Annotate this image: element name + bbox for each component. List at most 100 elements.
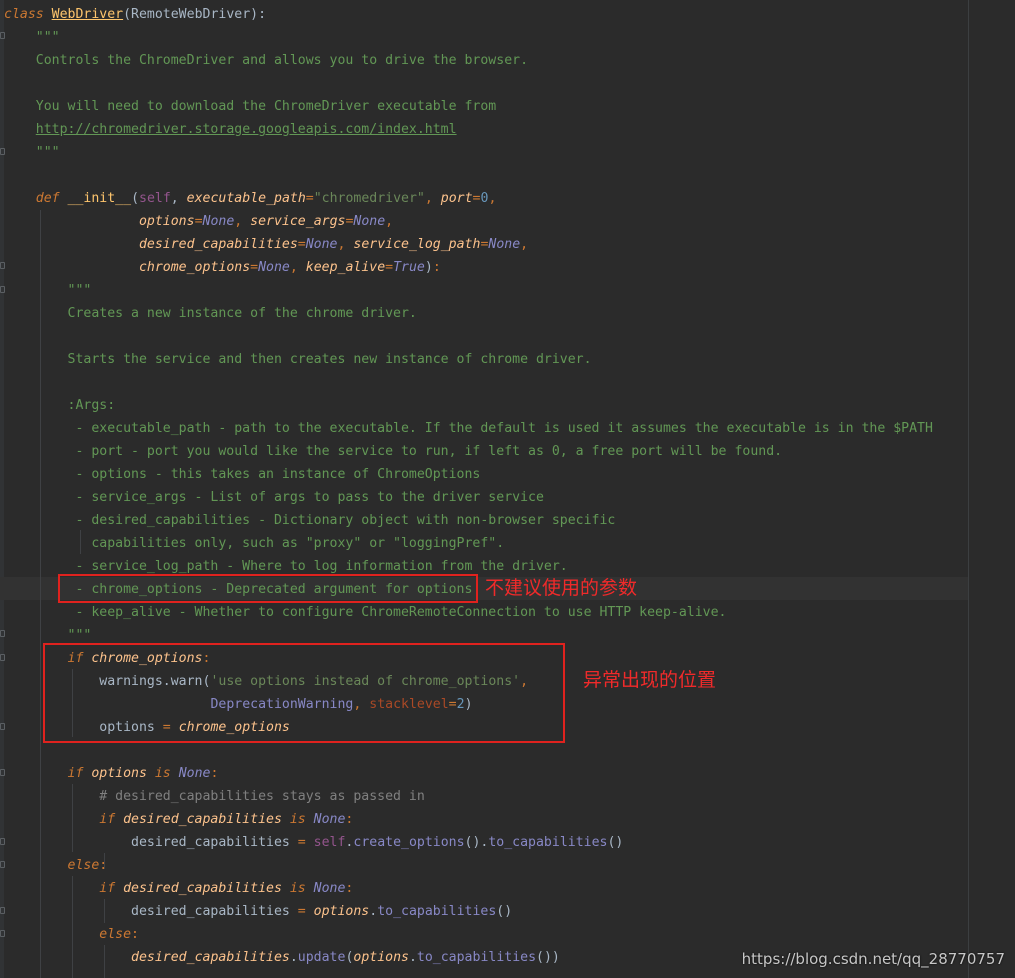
code-token: update — [297, 950, 346, 965]
code-token: : — [345, 812, 354, 827]
code-token: options — [313, 904, 370, 919]
code-token: http://chromedriver.storage.googleapis.c… — [35, 122, 457, 137]
fold-marker-icon[interactable] — [0, 861, 5, 868]
code-token: () — [496, 904, 513, 919]
code-token: , — [385, 214, 394, 229]
code-token: is — [281, 881, 314, 896]
code-token: else — [4, 858, 100, 873]
fold-marker-icon[interactable] — [0, 654, 5, 661]
code-token: - options - this takes an instance of Ch… — [4, 467, 481, 482]
code-line[interactable]: - desired_capabilities - Dictionary obje… — [4, 509, 615, 532]
code-token: () — [607, 835, 624, 850]
code-token: = — [250, 260, 259, 275]
code-token: """ — [4, 145, 60, 160]
code-line[interactable]: else: — [4, 923, 139, 946]
code-token: You will need to download the ChromeDriv… — [4, 99, 497, 114]
code-token: chrome_options — [138, 260, 251, 275]
code-line[interactable]: """ — [4, 141, 60, 164]
code-token: WebDriver — [51, 7, 124, 22]
code-token: to_capabilities — [416, 950, 537, 965]
fold-marker-icon[interactable] — [0, 930, 5, 937]
code-token: desired_capabilities — [138, 237, 298, 252]
code-token: """ — [4, 30, 60, 45]
code-token: keep_alive — [305, 260, 386, 275]
code-line[interactable]: desired_capabilities = options.to_capabi… — [4, 900, 512, 923]
code-token: : — [99, 858, 108, 873]
code-line[interactable]: :Args: — [4, 394, 116, 417]
code-token: if — [4, 812, 124, 827]
code-token: , — [289, 260, 306, 275]
code-line[interactable]: chrome_options=None, keep_alive=True): — [4, 256, 441, 279]
code-line[interactable]: # desired_capabilities stays as passed i… — [4, 785, 425, 808]
exception-location-annotation: 异常出现的位置 — [583, 669, 717, 691]
code-token: to_capabilities — [488, 835, 608, 850]
code-line[interactable]: def __init__(self, executable_path="chro… — [4, 187, 497, 210]
code-line[interactable]: - executable_path - path to the executab… — [4, 417, 932, 440]
code-line[interactable]: desired_capabilities.update(options.to_c… — [4, 946, 560, 969]
code-token: else — [4, 927, 132, 942]
exception-location-highlight-box — [43, 643, 565, 743]
code-token: = — [297, 904, 314, 919]
code-token: self — [313, 835, 346, 850]
code-token: (). — [464, 835, 489, 850]
fold-marker-icon[interactable] — [0, 769, 5, 776]
code-token: to_capabilities — [377, 904, 497, 919]
fold-marker-icon[interactable] — [0, 148, 5, 155]
deprecated-arg-highlight-box — [58, 574, 478, 603]
code-line[interactable]: class WebDriver(RemoteWebDriver): — [4, 3, 266, 26]
code-line[interactable]: desired_capabilities=None, service_log_p… — [4, 233, 528, 256]
code-token: service_log_path — [353, 237, 481, 252]
code-token: "chromedriver" — [313, 191, 425, 206]
code-line[interactable]: capabilities only, such as "proxy" or "l… — [4, 532, 504, 555]
fold-marker-icon[interactable] — [0, 630, 5, 637]
code-token: . — [369, 904, 378, 919]
code-token: self — [139, 191, 171, 206]
code-line[interactable]: if desired_capabilities is None: — [4, 877, 353, 900]
code-token: : — [131, 927, 139, 942]
code-line[interactable]: else: — [4, 854, 108, 877]
code-line[interactable]: - keep_alive - Whether to configure Chro… — [4, 601, 726, 624]
code-line[interactable]: You will need to download the ChromeDriv… — [4, 95, 497, 118]
code-line[interactable]: - port - port you would like the service… — [4, 440, 782, 463]
code-token: # desired_capabilities stays as passed i… — [4, 789, 425, 804]
code-token: Starts the service and then creates new … — [4, 352, 592, 367]
code-token: """ — [4, 283, 92, 298]
watermark: https://blog.csdn.net/qq_28770757 — [741, 950, 1005, 968]
fold-marker-icon[interactable] — [0, 32, 5, 39]
code-token: Controls the ChromeDriver and allows you… — [4, 53, 529, 68]
code-token: ) — [424, 260, 433, 275]
code-token: - desired_capabilities - Dictionary obje… — [4, 513, 616, 528]
code-token: desired_capabilities — [123, 881, 282, 896]
fold-marker-icon[interactable] — [0, 838, 5, 845]
code-token: desired_capabilities — [4, 835, 298, 850]
code-token: None — [313, 812, 346, 827]
fold-marker-icon[interactable] — [0, 723, 5, 730]
code-token: : — [345, 881, 354, 896]
code-line[interactable]: - service_args - List of args to pass to… — [4, 486, 544, 509]
code-line[interactable]: if desired_capabilities is None: — [4, 808, 353, 831]
code-token: - service_args - List of args to pass to… — [4, 490, 544, 505]
code-editor[interactable]: class WebDriver(RemoteWebDriver): """ Co… — [0, 0, 1015, 978]
code-token: __init__ — [67, 191, 132, 206]
fold-marker-icon[interactable] — [0, 907, 5, 914]
code-line[interactable]: desired_capabilities = self.create_optio… — [4, 831, 623, 854]
code-line[interactable]: options=None, service_args=None, — [4, 210, 393, 233]
code-token: is — [146, 766, 179, 781]
fold-marker-icon[interactable] — [0, 262, 5, 269]
fold-marker-icon[interactable] — [0, 286, 5, 293]
code-line[interactable]: Creates a new instance of the chrome dri… — [4, 302, 417, 325]
code-line[interactable]: if options is None: — [4, 762, 219, 785]
code-line[interactable]: - options - this takes an instance of Ch… — [4, 463, 480, 486]
code-line[interactable]: Controls the ChromeDriver and allows you… — [4, 49, 528, 72]
code-token: if — [4, 766, 92, 781]
code-line[interactable]: """ — [4, 279, 92, 302]
code-token: , — [488, 191, 497, 206]
code-line[interactable]: """ — [4, 26, 60, 49]
code-line[interactable]: http://chromedriver.storage.googleapis.c… — [4, 118, 457, 141]
code-token: service_args — [250, 214, 346, 229]
code-line[interactable]: Starts the service and then creates new … — [4, 348, 592, 371]
